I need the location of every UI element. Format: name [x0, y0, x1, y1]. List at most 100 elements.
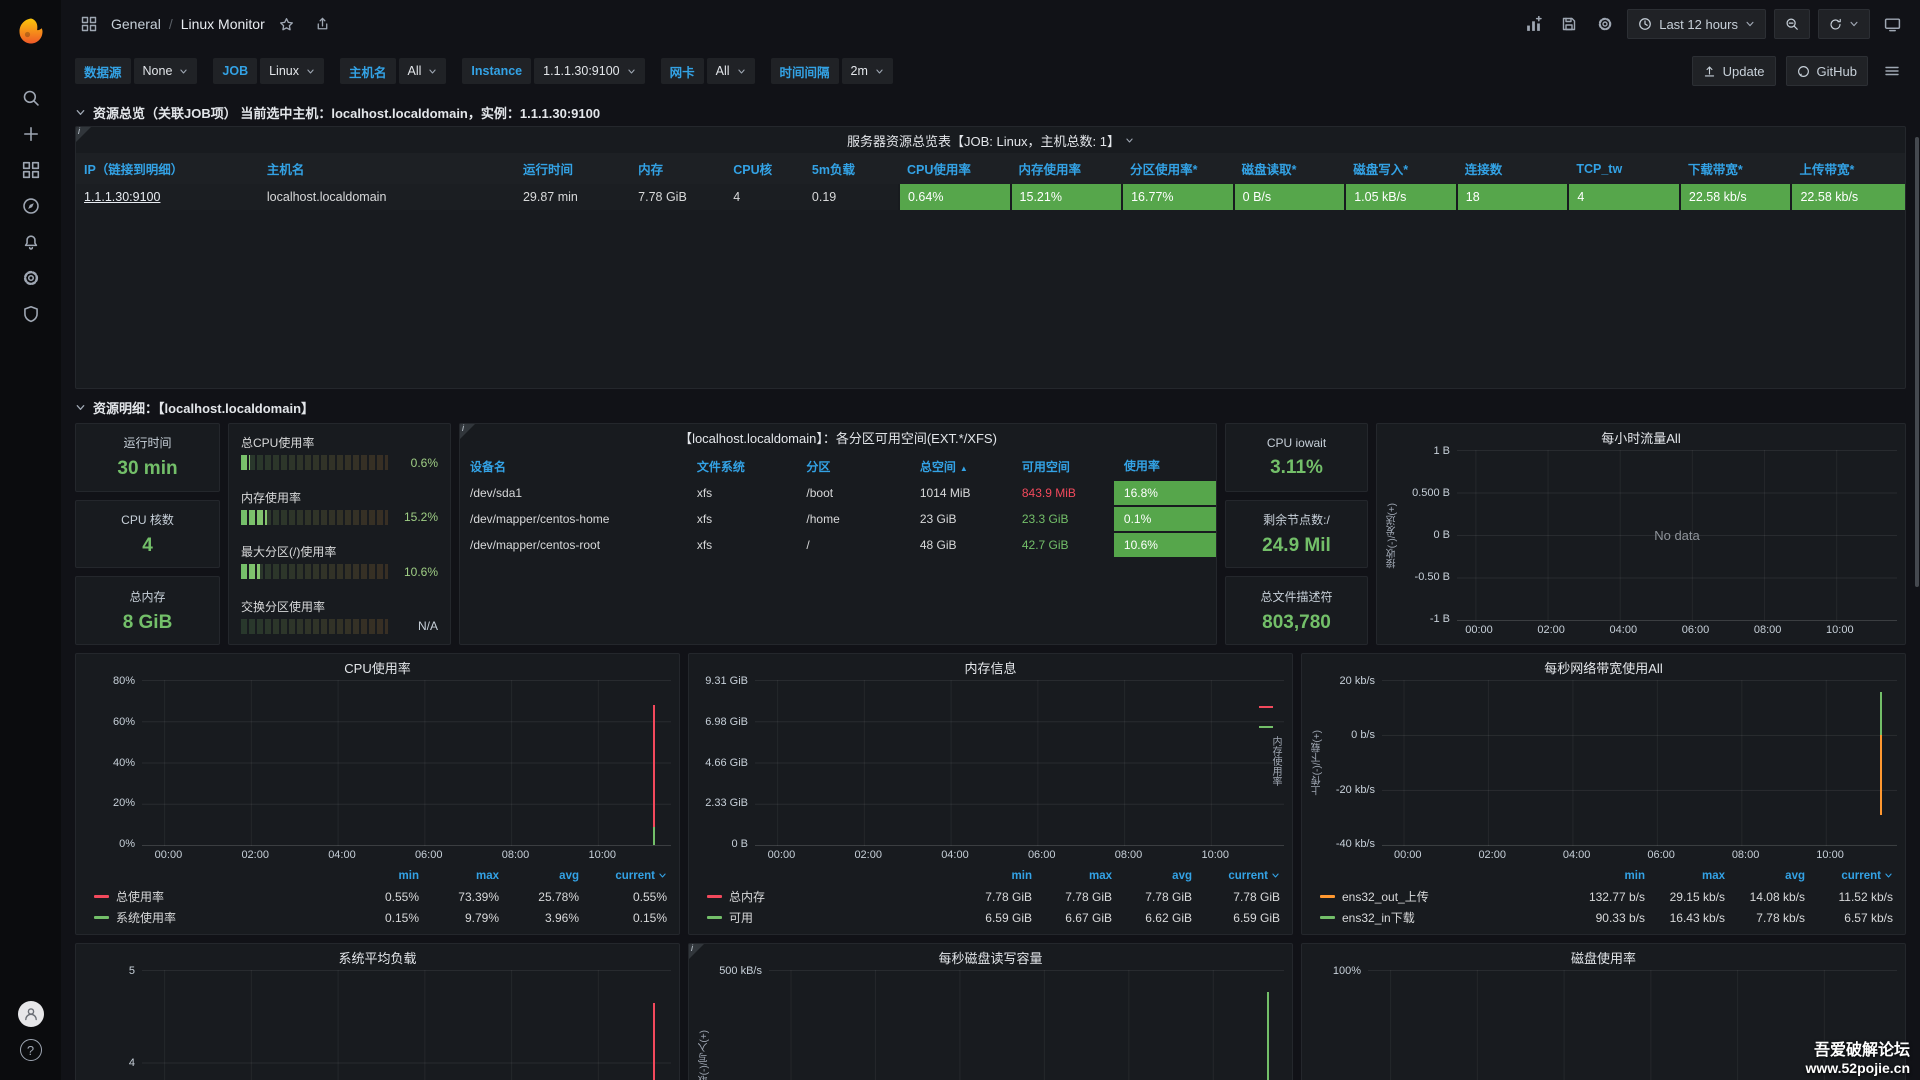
var-label: 数据源 [75, 58, 131, 84]
panel-title[interactable]: 磁盘使用率 [1310, 948, 1897, 970]
col-header-filesystem[interactable]: 文件系统 [687, 452, 797, 480]
y-axis-ticks: 1 B0.500 B0 B-0.50 B-1 B [1399, 450, 1457, 621]
legend-series-toggle[interactable]: 系统使用率 [94, 909, 339, 926]
stat-panel-total-memory[interactable]: 总内存 8 GiB [75, 576, 220, 645]
plot-area[interactable]: 内存使用率 [755, 680, 1284, 846]
legend-series-toggle[interactable]: 可用 [707, 909, 952, 926]
var-hostname-select[interactable]: All [399, 58, 447, 84]
zoom-out-button[interactable] [1774, 9, 1810, 39]
tv-kiosk-icon[interactable] [1878, 10, 1906, 38]
star-icon[interactable] [273, 10, 301, 38]
panel-title[interactable]: 每秒网络带宽使用All [1310, 658, 1897, 680]
plot-area[interactable] [1368, 970, 1897, 1080]
col-header-load5m[interactable]: 5m负载 [804, 153, 899, 184]
panel-title[interactable]: 每秒磁盘读写容量 [697, 948, 1284, 970]
dashboards-icon[interactable] [9, 152, 53, 188]
cell-memory: 7.78 GiB [630, 184, 725, 210]
refresh-button[interactable] [1818, 9, 1870, 39]
configuration-gear-icon[interactable] [9, 260, 53, 296]
col-header-up-bw[interactable]: 上传带宽* [1791, 153, 1905, 184]
plot-area[interactable] [769, 970, 1284, 1080]
var-nic-select[interactable]: All [707, 58, 755, 84]
var-job-select[interactable]: Linux [260, 58, 324, 84]
server-admin-shield-icon[interactable] [9, 296, 53, 332]
grafana-logo[interactable] [9, 8, 53, 54]
panel-title[interactable]: 【localhost.localdomain】：各分区可用空间(EXT.*/XF… [460, 424, 1216, 450]
scrollbar-thumb[interactable] [1915, 137, 1919, 587]
chevron-down-icon [1745, 19, 1755, 29]
col-header-mount[interactable]: 分区 [796, 452, 909, 480]
panel-title[interactable]: 每小时流量All [1385, 428, 1897, 450]
info-icon[interactable] [460, 424, 475, 439]
col-header-cpu-cores[interactable]: CPU核 [725, 153, 804, 184]
share-icon[interactable] [309, 10, 337, 38]
plot-area[interactable] [142, 680, 671, 846]
stat-column-left: 运行时间 30 min CPU 核数 4 总内存 8 GiB [75, 423, 220, 645]
add-panel-icon[interactable] [1519, 10, 1547, 38]
col-header-disk-write[interactable]: 磁盘写入* [1345, 153, 1457, 184]
explore-icon[interactable] [9, 188, 53, 224]
stat-panel-uptime[interactable]: 运行时间 30 min [75, 423, 220, 492]
chevron-down-icon [75, 402, 86, 413]
legend-series-toggle[interactable]: 总使用率 [94, 888, 339, 905]
dashboard-grid-icon[interactable] [75, 10, 103, 38]
gauge-partition-usage[interactable]: 最大分区(/)使用率 10.6% [241, 543, 438, 579]
stat-panel-cpu-iowait[interactable]: CPU iowait 3.11% [1225, 423, 1368, 492]
alerting-icon[interactable] [9, 224, 53, 260]
create-icon[interactable] [9, 116, 53, 152]
col-header-disk-read[interactable]: 磁盘读取* [1234, 153, 1346, 184]
time-picker[interactable]: Last 12 hours [1627, 9, 1766, 39]
col-header-memory[interactable]: 内存 [630, 153, 725, 184]
dashboard-settings-icon[interactable] [1591, 10, 1619, 38]
info-icon[interactable] [76, 127, 91, 142]
stat-panel-inodes-free[interactable]: 剩余节点数:/ 24.9 Mil [1225, 500, 1368, 569]
plot-area[interactable] [142, 970, 671, 1080]
var-instance-select[interactable]: 1.1.1.30:9100 [534, 58, 644, 84]
breadcrumb-folder[interactable]: General [111, 16, 161, 32]
panel-title[interactable]: 系统平均负载 [84, 948, 671, 970]
col-header-device[interactable]: 设备名 [460, 452, 687, 480]
search-icon[interactable] [9, 80, 53, 116]
panel-title[interactable]: 服务器资源总览表【JOB: Linux，主机总数: 1】 [76, 127, 1905, 153]
update-button[interactable]: Update [1692, 56, 1776, 86]
legend-series-toggle[interactable]: ens32_in下载 [1320, 909, 1565, 926]
col-header-mem-usage[interactable]: 内存使用率 [1011, 153, 1123, 184]
gauge-swap-usage[interactable]: 交换分区使用率 N/A [241, 598, 438, 634]
col-header-avail-space[interactable]: 可用空间 [1012, 452, 1114, 480]
stat-column-right: CPU iowait 3.11% 剩余节点数:/ 24.9 Mil 总文件描述符… [1225, 423, 1368, 645]
row-header-detail[interactable]: 资源明细：【localhost.localdomain】 [75, 393, 1906, 421]
col-header-ip[interactable]: IP（链接到明细） [76, 153, 259, 184]
series-spike [1880, 735, 1882, 815]
instance-link[interactable]: 1.1.1.30:9100 [84, 190, 160, 204]
legend-series-toggle[interactable]: 总内存 [707, 888, 952, 905]
panel-title[interactable]: CPU使用率 [84, 658, 671, 680]
legend-series-toggle[interactable]: ens32_out_上传 [1320, 888, 1565, 905]
panel-title[interactable]: 内存信息 [697, 658, 1284, 680]
stat-panel-file-descriptors[interactable]: 总文件描述符 803,780 [1225, 576, 1368, 645]
col-header-uptime[interactable]: 运行时间 [515, 153, 630, 184]
stat-panel-cpu-cores[interactable]: CPU 核数 4 [75, 500, 220, 569]
gauge-mem-usage[interactable]: 内存使用率 15.2% [241, 489, 438, 525]
info-icon[interactable] [689, 944, 704, 959]
col-header-total-space[interactable]: 总空间 [910, 452, 1012, 480]
help-icon[interactable]: ? [9, 1032, 53, 1068]
save-icon[interactable] [1555, 10, 1583, 38]
time-range-label: Last 12 hours [1659, 17, 1738, 32]
col-header-usage[interactable]: 使用率 [1114, 452, 1216, 480]
github-button[interactable]: GitHub [1786, 56, 1868, 86]
col-header-part-usage[interactable]: 分区使用率* [1122, 153, 1234, 184]
plot-area[interactable] [1382, 680, 1897, 846]
breadcrumb-dashboard[interactable]: Linux Monitor [181, 16, 265, 32]
row-header-overview[interactable]: 资源总览（关联JOB项） 当前选中主机：localhost.localdomai… [75, 98, 1906, 126]
menu-icon[interactable] [1878, 57, 1906, 85]
col-header-tcp-tw[interactable]: TCP_tw [1568, 153, 1680, 184]
var-datasource-select[interactable]: None [134, 58, 198, 84]
col-header-connections[interactable]: 连接数 [1457, 153, 1569, 184]
col-header-hostname[interactable]: 主机名 [259, 153, 515, 184]
plot-area[interactable]: No data [1457, 450, 1897, 621]
avatar[interactable] [9, 996, 53, 1032]
var-interval-select[interactable]: 2m [842, 58, 893, 84]
gauge-cpu-usage[interactable]: 总CPU使用率 0.6% [241, 434, 438, 470]
col-header-down-bw[interactable]: 下载带宽* [1680, 153, 1792, 184]
col-header-cpu-usage[interactable]: CPU使用率 [899, 153, 1011, 184]
